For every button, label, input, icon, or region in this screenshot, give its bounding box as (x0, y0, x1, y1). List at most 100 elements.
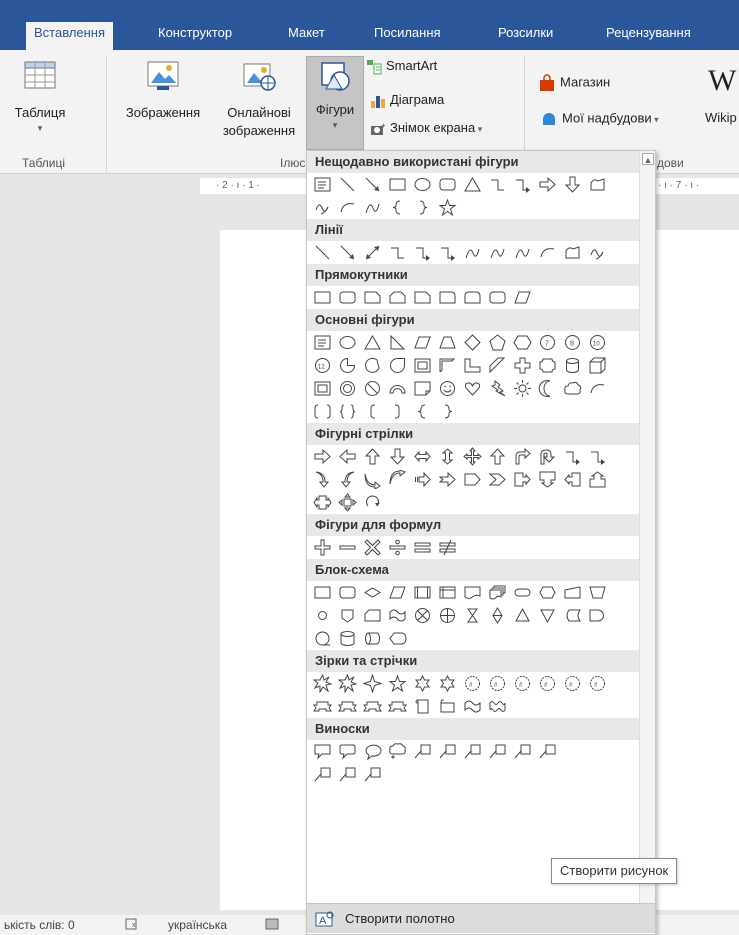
shape-freeform-icon[interactable] (588, 175, 607, 194)
shape-fmanual-icon[interactable] (563, 583, 582, 602)
chart-button[interactable]: Діаграма (370, 92, 444, 109)
shape-pie-icon[interactable] (338, 356, 357, 375)
shape-diagstripe-icon[interactable] (488, 356, 507, 375)
shape-starN-icon[interactable]: # (488, 674, 507, 693)
shape-smiley-icon[interactable] (438, 379, 457, 398)
shape-heptagon-icon[interactable]: 7 (538, 333, 557, 352)
shape-uarrow-icon[interactable] (363, 447, 382, 466)
shape-fsumming-icon[interactable] (413, 606, 432, 625)
shape-star6-icon[interactable] (413, 674, 432, 693)
shapes-button[interactable]: Фігури ▾ (306, 56, 364, 150)
shape-dblarrow-icon[interactable] (363, 243, 382, 262)
shape-elbowarrow-icon[interactable] (413, 243, 432, 262)
shape-arc-icon[interactable] (338, 198, 357, 217)
shape-bentarrow-icon[interactable] (513, 447, 532, 466)
shape-foffpage-icon[interactable] (338, 606, 357, 625)
shape-roundrect-icon[interactable] (488, 288, 507, 307)
shape-starN-icon[interactable]: # (538, 674, 557, 693)
shape-pentagon-icon[interactable] (488, 333, 507, 352)
shape-fmultidoc-icon[interactable] (488, 583, 507, 602)
shape-roundrect-icon[interactable] (338, 288, 357, 307)
shape-fdelay-icon[interactable] (588, 606, 607, 625)
shape-elbowarrow-icon[interactable] (563, 447, 582, 466)
shape-mplus-icon[interactable] (313, 538, 332, 557)
shape-donut-icon[interactable] (338, 379, 357, 398)
shape-scribble-icon[interactable] (588, 243, 607, 262)
shape-circarrow-icon[interactable] (363, 493, 382, 512)
shape-darrow-icon[interactable] (563, 175, 582, 194)
shape-fcard-icon[interactable] (363, 606, 382, 625)
shape-lrarrow-icon[interactable] (413, 447, 432, 466)
shape-hexagon-icon[interactable] (513, 333, 532, 352)
shape-fmagdisk-icon[interactable] (338, 629, 357, 648)
shape-star5-icon[interactable] (388, 674, 407, 693)
wikipedia-label[interactable]: Wikip (705, 110, 737, 125)
shape-snip-icon[interactable] (413, 288, 432, 307)
shape-quadarrow-icon[interactable] (463, 447, 482, 466)
shape-octagon-icon[interactable]: 8 (563, 333, 582, 352)
shape-ribbon-icon[interactable] (363, 697, 382, 716)
shape-starN-icon[interactable]: # (513, 674, 532, 693)
shape-rarrow-icon[interactable] (538, 175, 557, 194)
tab-layout[interactable]: Макет (280, 22, 333, 50)
shape-starN-icon[interactable]: # (463, 674, 482, 693)
shape-fpredef-icon[interactable] (413, 583, 432, 602)
shape-diamond-icon[interactable] (463, 333, 482, 352)
shape-elbowarrow-icon[interactable] (438, 243, 457, 262)
shape-heart-icon[interactable] (463, 379, 482, 398)
shape-oval-icon[interactable] (413, 175, 432, 194)
shape-scrollh-icon[interactable] (438, 697, 457, 716)
shape-starN-icon[interactable]: # (563, 674, 582, 693)
shape-cloud-icon[interactable] (563, 379, 582, 398)
shape-plus-icon[interactable] (513, 356, 532, 375)
shape-cube-icon[interactable] (588, 356, 607, 375)
shape-notchedr-icon[interactable] (438, 470, 457, 489)
shape-line-icon[interactable] (338, 175, 357, 194)
new-canvas-item[interactable]: A Створити полотно (307, 903, 655, 933)
shape-arrowline-icon[interactable] (338, 243, 357, 262)
screenshot-button[interactable]: + Знімок екрана ▾ (370, 120, 482, 137)
shape-bevel-icon[interactable] (313, 379, 332, 398)
shape-fdisplay-icon[interactable] (388, 629, 407, 648)
shape-fcollate-icon[interactable] (463, 606, 482, 625)
shape-lcallout-icon[interactable] (563, 470, 582, 489)
shape-meq-icon[interactable] (413, 538, 432, 557)
tab-mailings[interactable]: Розсилки (490, 22, 561, 50)
shape-ftape-icon[interactable] (388, 606, 407, 625)
shape-callline-icon[interactable] (488, 742, 507, 761)
shape-scribble-icon[interactable] (313, 198, 332, 217)
shape-callline-icon[interactable] (513, 742, 532, 761)
shape-callline-icon[interactable] (413, 742, 432, 761)
shape-faltproc-icon[interactable] (338, 583, 357, 602)
shape-callline-icon[interactable] (463, 742, 482, 761)
shape-oval-icon[interactable] (338, 333, 357, 352)
shape-elbow-icon[interactable] (388, 243, 407, 262)
shape-mdiv-icon[interactable] (388, 538, 407, 557)
shape-scrollv-icon[interactable] (413, 697, 432, 716)
tab-insert[interactable]: Вставлення (26, 22, 114, 50)
language-status[interactable]: українська (168, 918, 227, 932)
shape-textbox-icon[interactable] (313, 333, 332, 352)
table-button[interactable]: Таблиця ▾ (8, 58, 72, 134)
shape-parallelogram-icon[interactable] (413, 333, 432, 352)
shape-round1-icon[interactable] (438, 288, 457, 307)
shape-triangle-icon[interactable] (363, 333, 382, 352)
shape-fseq-icon[interactable] (313, 629, 332, 648)
shape-can-icon[interactable] (563, 356, 582, 375)
shape-elbow-icon[interactable] (488, 175, 507, 194)
shape-line-icon[interactable] (313, 243, 332, 262)
shape-curvedu-icon[interactable] (363, 470, 382, 489)
tab-review[interactable]: Рецензування (598, 22, 699, 50)
shape-rbracket-icon[interactable] (388, 402, 407, 421)
shape-dcallout-icon[interactable] (538, 470, 557, 489)
shape-fmerge-icon[interactable] (538, 606, 557, 625)
shape-curve-icon[interactable] (463, 243, 482, 262)
shape-curvedd-icon[interactable] (388, 470, 407, 489)
shape-fdata-icon[interactable] (388, 583, 407, 602)
shape-star5-icon[interactable] (438, 198, 457, 217)
shape-fmanop-icon[interactable] (588, 583, 607, 602)
images-button[interactable]: Зображення (115, 58, 211, 122)
shape-trapezoid-icon[interactable] (438, 333, 457, 352)
shape-quadcallout-icon[interactable] (338, 493, 357, 512)
shape-arc-icon[interactable] (588, 379, 607, 398)
